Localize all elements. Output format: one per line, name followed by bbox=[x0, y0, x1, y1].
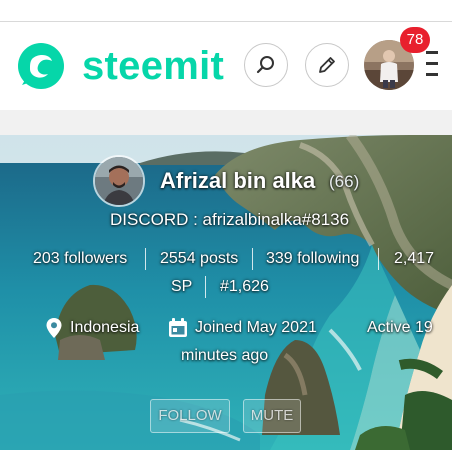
profile-name: Afrizal bin alka bbox=[160, 168, 316, 193]
profile-about: DISCORD : afrizalbinalka#8136 bbox=[110, 210, 350, 229]
steemit-logo-icon[interactable] bbox=[14, 41, 68, 91]
stat-divider bbox=[378, 248, 379, 270]
search-icon bbox=[256, 56, 274, 74]
compose-button[interactable] bbox=[305, 43, 349, 87]
stat-divider bbox=[205, 276, 206, 298]
spacer bbox=[0, 110, 452, 135]
steem-power-value: 2,417 bbox=[394, 250, 435, 267]
steem-power-unit: SP bbox=[171, 278, 193, 295]
joined-date: Joined May 2021 bbox=[195, 319, 317, 336]
stat-divider bbox=[145, 248, 146, 270]
rank-value: #1,626 bbox=[220, 278, 269, 295]
following-link[interactable]: 339 following bbox=[266, 250, 359, 268]
followers-link[interactable]: 203 followers bbox=[33, 250, 127, 268]
profile-avatar[interactable] bbox=[93, 155, 145, 207]
stat-divider bbox=[252, 248, 253, 270]
last-active-line2: minutes ago bbox=[181, 347, 269, 364]
posts-link[interactable]: 2554 posts bbox=[160, 250, 238, 268]
last-active-line1: Active 19 bbox=[367, 319, 433, 336]
follow-button[interactable]: FOLLOW bbox=[150, 399, 230, 433]
browser-top-strip bbox=[0, 0, 452, 22]
location-text: Indonesia bbox=[70, 319, 140, 336]
search-button[interactable] bbox=[244, 43, 288, 87]
location-pin-icon bbox=[46, 318, 62, 338]
notification-badge[interactable]: 78 bbox=[400, 27, 430, 53]
calendar-icon bbox=[169, 318, 187, 337]
hamburger-menu-icon[interactable] bbox=[426, 51, 438, 77]
brand-name[interactable]: steemit bbox=[82, 44, 224, 88]
reputation-score: (66) bbox=[329, 172, 360, 191]
mute-button[interactable]: MUTE bbox=[243, 399, 301, 433]
pencil-icon bbox=[319, 57, 335, 73]
